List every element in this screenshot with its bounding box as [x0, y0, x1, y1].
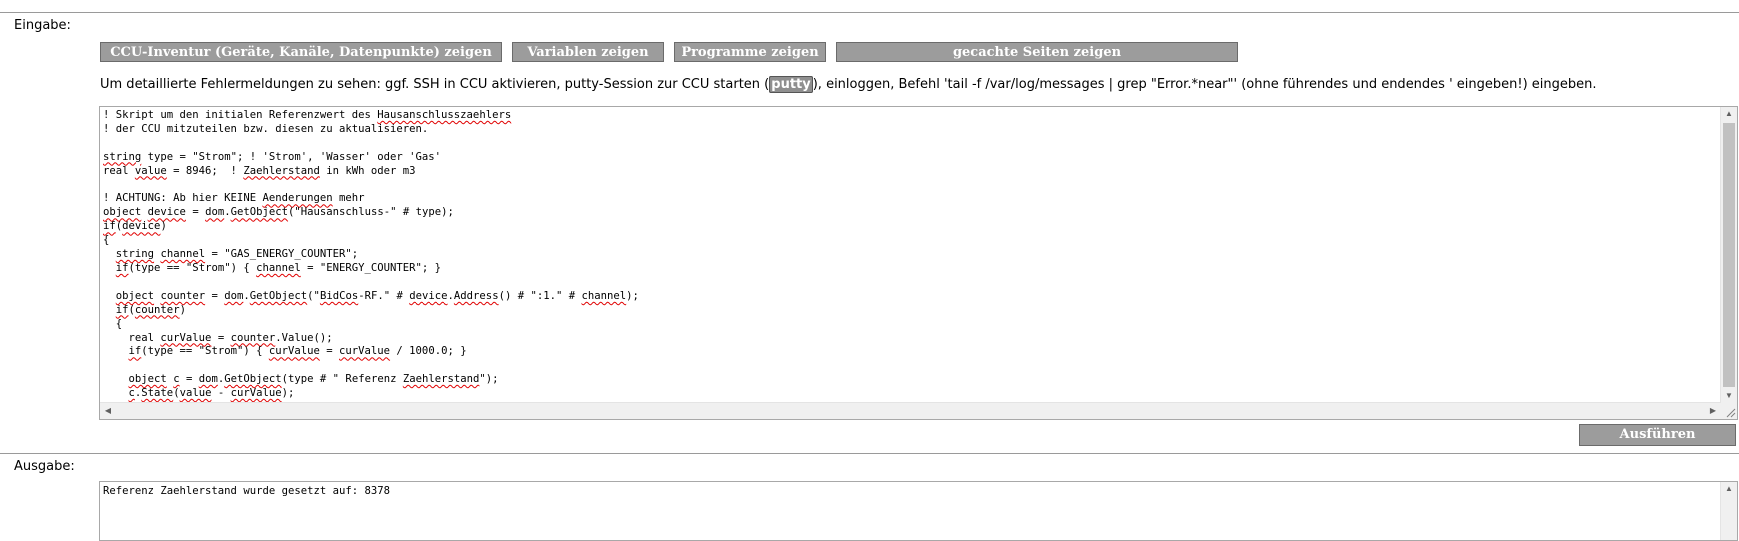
- output-area[interactable]: Referenz Zaehlerstand wurde gesetzt auf:…: [99, 481, 1738, 541]
- editor-vertical-scrollbar[interactable]: ▲ ▼: [1720, 107, 1737, 403]
- input-label: Eingabe:: [14, 18, 71, 33]
- script-editor[interactable]: ! Skript um den initialen Referenzwert d…: [99, 106, 1738, 420]
- scroll-left-icon[interactable]: ◀: [100, 404, 116, 418]
- spellcheck-word: Address: [453, 289, 499, 302]
- output-label: Ausgabe:: [14, 459, 75, 474]
- section-divider: [0, 453, 1739, 454]
- spellcheck-word: dom: [205, 206, 225, 219]
- top-divider: [0, 12, 1739, 13]
- resize-handle-icon[interactable]: [1721, 403, 1737, 419]
- run-button[interactable]: Ausführen: [1579, 424, 1736, 446]
- hint-text-before: Um detaillierte Fehlermeldungen zu sehen…: [100, 77, 770, 92]
- cached-pages-button[interactable]: gecachte Seiten zeigen: [836, 42, 1238, 62]
- spellcheck-word: dom: [224, 289, 244, 302]
- scroll-down-icon[interactable]: ▼: [1721, 389, 1737, 403]
- spellcheck-word: Zaehlerstand: [243, 164, 320, 177]
- spellcheck-word: device: [147, 206, 186, 219]
- spellcheck-word: device: [122, 220, 161, 233]
- spellcheck-word: GetObject: [230, 206, 289, 219]
- spellcheck-word: object: [115, 289, 155, 302]
- spellcheck-word: if: [115, 261, 129, 274]
- spellcheck-word: Aenderungen: [262, 192, 333, 205]
- spellcheck-word: counter: [160, 289, 206, 302]
- spellcheck-word: if: [103, 220, 116, 233]
- spellcheck-word: curValue: [339, 345, 391, 358]
- variables-button[interactable]: Variablen zeigen: [512, 42, 664, 62]
- spellcheck-word: BidCos: [319, 289, 359, 302]
- inventory-button[interactable]: CCU-Inventur (Geräte, Kanäle, Datenpunkt…: [100, 42, 502, 62]
- spellcheck-word: c: [173, 373, 180, 386]
- spellcheck-word: if: [115, 303, 129, 316]
- spellcheck-word: channel: [256, 261, 301, 274]
- spellcheck-word: c: [128, 387, 135, 400]
- output-text: Referenz Zaehlerstand wurde gesetzt auf:…: [103, 485, 391, 497]
- spellcheck-word: value: [179, 387, 212, 400]
- scroll-right-icon[interactable]: ▶: [1705, 404, 1721, 418]
- hint-text-after: ), einloggen, Befehl 'tail -f /var/log/m…: [812, 77, 1597, 92]
- spellcheck-word: Zaehlerstand: [402, 373, 480, 386]
- spellcheck-word: object: [103, 206, 142, 219]
- spellcheck-word: curValue: [268, 345, 320, 358]
- editor-horizontal-scrollbar[interactable]: ◀ ▶: [100, 402, 1721, 419]
- spellcheck-word: channel: [160, 248, 206, 261]
- programs-button[interactable]: Programme zeigen: [674, 42, 826, 62]
- output-scroll-up-icon[interactable]: ▲: [1721, 482, 1737, 496]
- spellcheck-word: channel: [581, 289, 627, 302]
- scroll-up-icon[interactable]: ▲: [1721, 107, 1737, 121]
- spellcheck-word: string: [103, 150, 142, 163]
- spellcheck-word: dom: [198, 373, 218, 386]
- spellcheck-word: State: [141, 387, 174, 400]
- spellcheck-word: curValue: [160, 331, 212, 344]
- top-cut-text: [0, 0, 1739, 4]
- spellcheck-word: if: [128, 345, 142, 358]
- spellcheck-word: GetObject: [224, 373, 282, 386]
- script-code[interactable]: ! Skript um den initialen Referenzwert d…: [103, 109, 1719, 403]
- spellcheck-word: Hausanschlusszaehlers: [377, 109, 512, 121]
- spellcheck-word: GetObject: [249, 289, 308, 302]
- output-vertical-scrollbar[interactable]: ▲: [1720, 482, 1737, 540]
- spellcheck-word: counter: [230, 331, 276, 344]
- putty-link[interactable]: putty: [769, 76, 813, 93]
- spellcheck-word: device: [409, 289, 448, 302]
- spellcheck-word: value: [134, 164, 167, 177]
- spellcheck-word: object: [128, 373, 167, 386]
- spellcheck-word: string: [115, 248, 155, 261]
- spellcheck-word: curValue: [230, 387, 282, 400]
- error-hint: Um detaillierte Fehlermeldungen zu sehen…: [100, 76, 1597, 93]
- editor-scroll-thumb[interactable]: [1723, 123, 1735, 387]
- spellcheck-word: counter: [134, 303, 180, 316]
